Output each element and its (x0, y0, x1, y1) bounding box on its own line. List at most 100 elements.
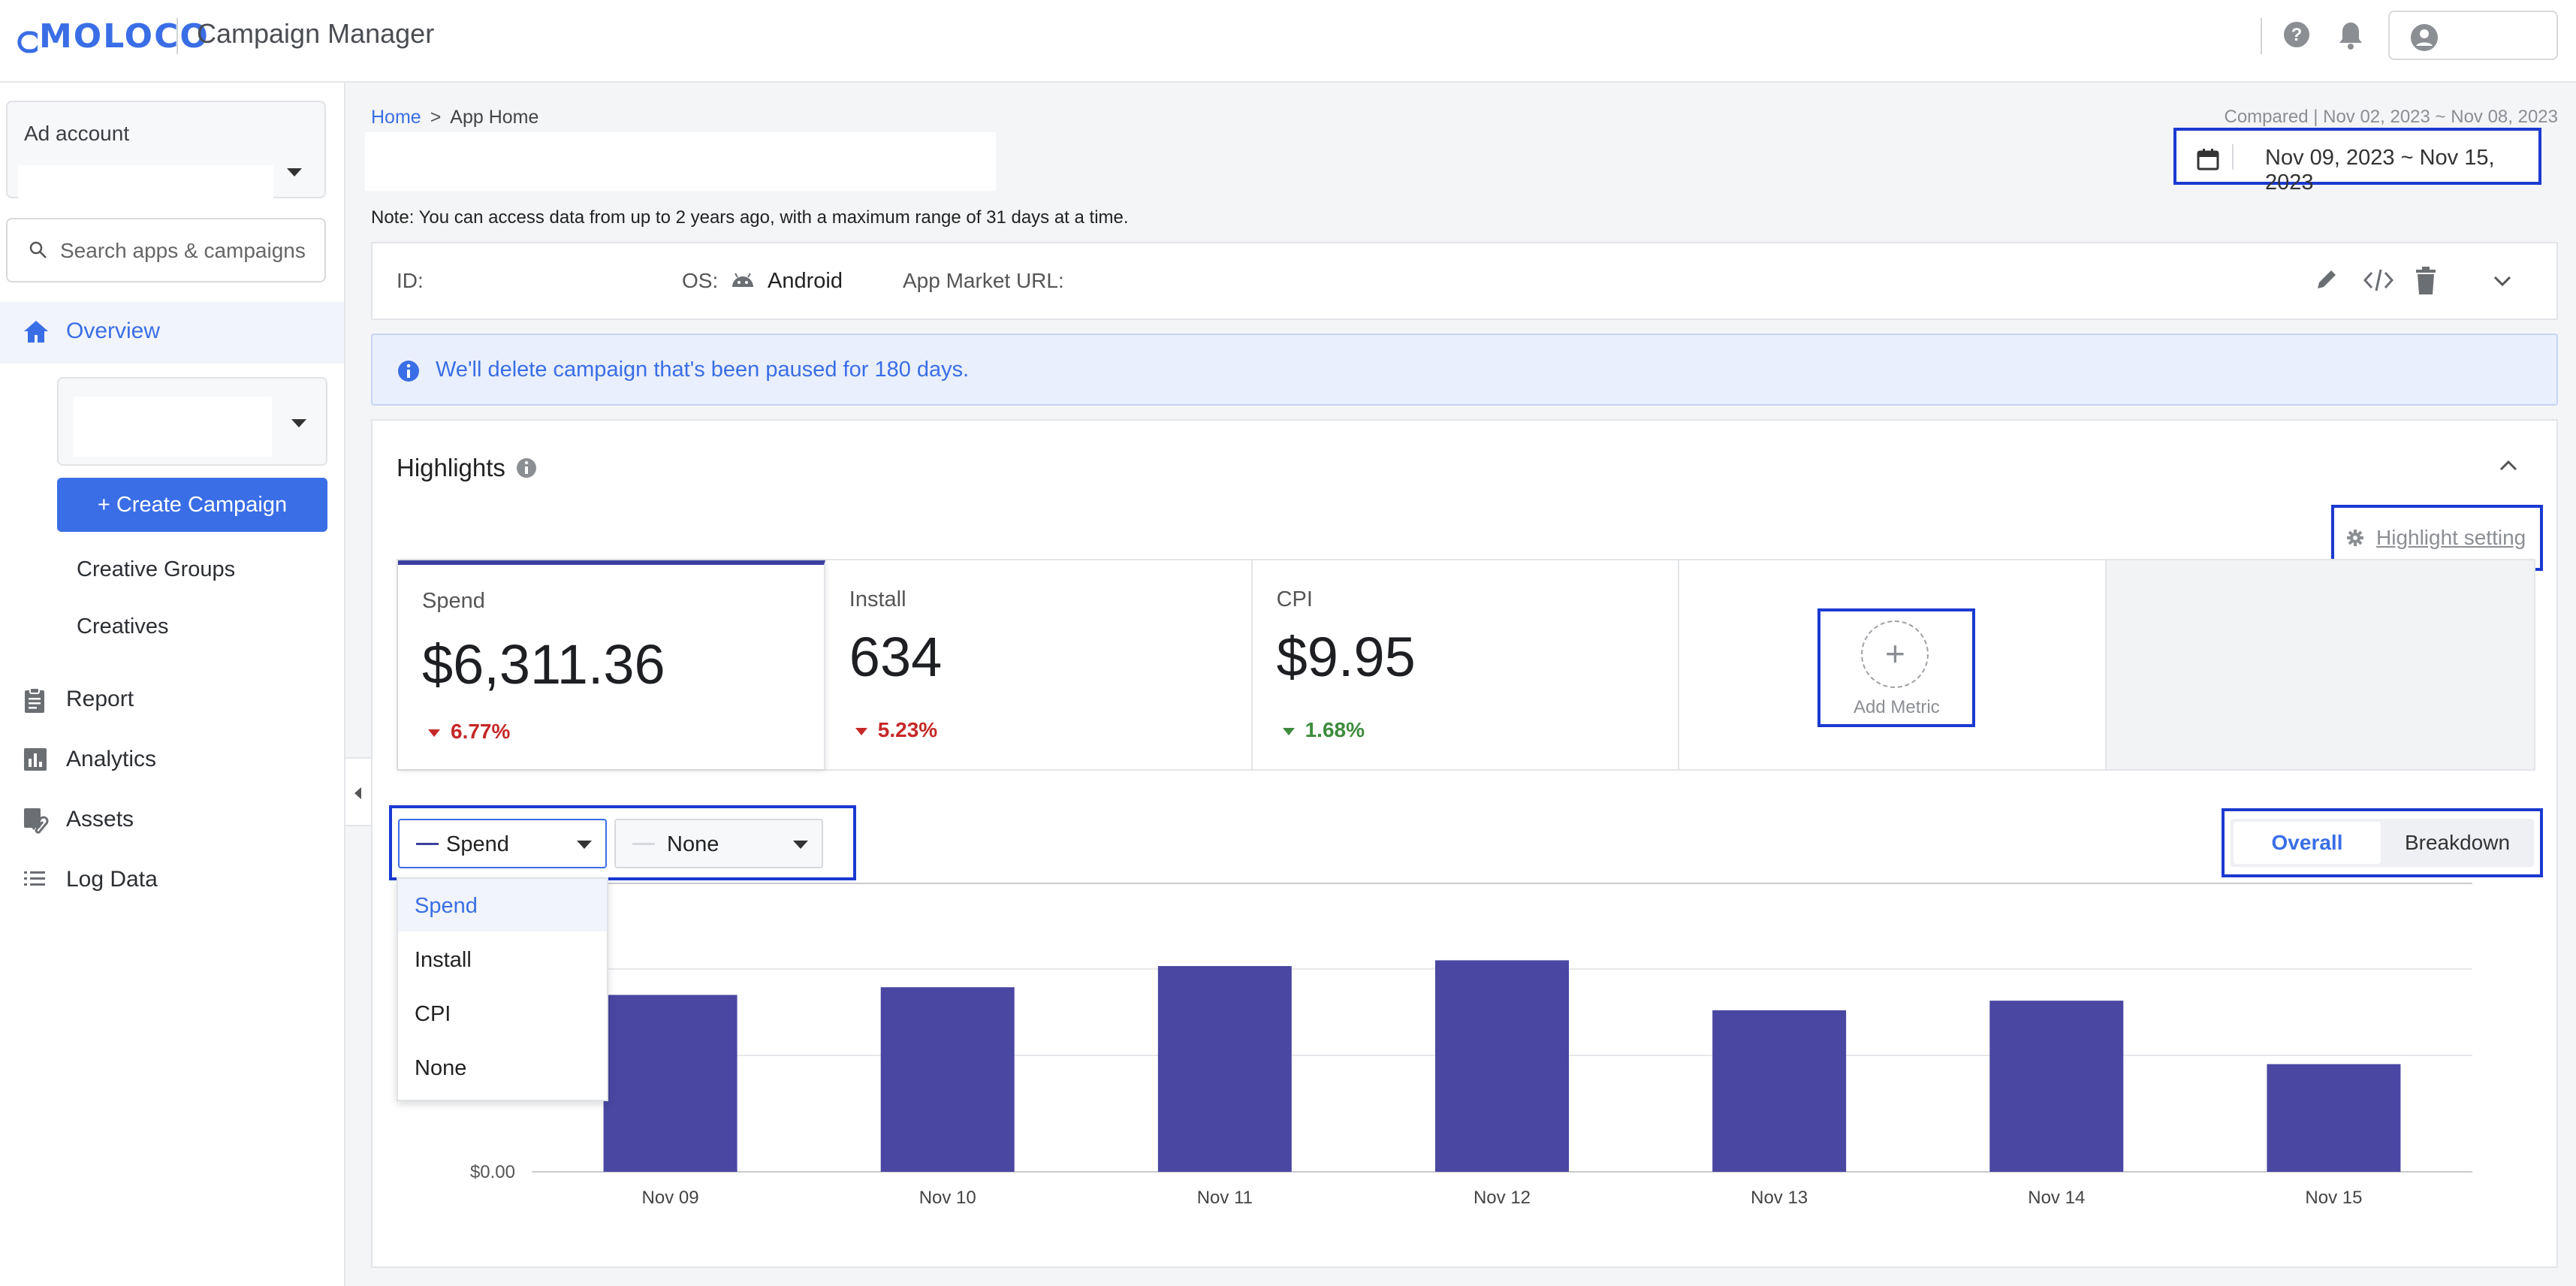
dropdown-option-none[interactable]: None (398, 1041, 607, 1094)
spend-bar-chart: $0.00 Nov 09 Nov 10 Nov 11 Nov 12 Nov 13 Nov 1… (470, 883, 2472, 1208)
metric-dropdown-menu: Spend Install CPI None (397, 877, 608, 1101)
x-tick-label: Nov 14 (2028, 1188, 2085, 1208)
secondary-metric-select[interactable]: None (614, 819, 823, 868)
chart-bar (1989, 1001, 2124, 1172)
sidebar-item-label: Analytics (66, 747, 157, 771)
metric-label: Install (849, 587, 906, 611)
metric-card-cpi[interactable]: CPI $9.95 1.68% (1252, 560, 1680, 769)
sidebar-item-analytics[interactable]: Analytics (0, 733, 344, 786)
plus-icon: + (1861, 620, 1929, 688)
app-info-bar: ID: OS: Android App Market URL: (371, 242, 2558, 320)
metric-value: $9.95 (1276, 626, 1416, 688)
dropdown-option-install[interactable]: Install (398, 933, 607, 986)
app-select-value (74, 397, 272, 457)
help-icon[interactable]: ? (2280, 18, 2313, 51)
info-icon (398, 361, 419, 382)
sidebar-item-log-data[interactable]: Log Data (0, 853, 344, 906)
primary-metric-select[interactable]: Spend (398, 819, 607, 868)
search-icon (29, 241, 47, 258)
sidebar-item-label: Log Data (66, 867, 158, 892)
trend-down-icon (855, 727, 867, 735)
sidebar-item-overview[interactable]: Overview (0, 302, 344, 364)
divider (176, 18, 178, 54)
chart-bar (2267, 1064, 2401, 1172)
info-banner: We'll delete campaign that's been paused… (371, 334, 2558, 406)
chevron-down-icon (291, 419, 306, 427)
breadcrumb-home-link[interactable]: Home (371, 107, 421, 128)
chevron-up-icon[interactable] (2498, 458, 2519, 473)
cloud-logo-icon (17, 31, 38, 53)
sidebar-item-report[interactable]: Report (0, 673, 344, 726)
svg-text:?: ? (2291, 25, 2303, 45)
delete-trash-icon[interactable] (2412, 266, 2439, 296)
brand-name: MOLOCO (39, 17, 210, 56)
metric-card-spend[interactable]: Spend $6,311.36 6.77% (398, 560, 825, 769)
metric-value: 634 (849, 626, 943, 688)
highlight-setting-label: Highlight setting (2376, 526, 2526, 549)
search-box (6, 218, 326, 282)
app-market-url-label: App Market URL: (903, 269, 1064, 292)
list-icon (24, 871, 45, 886)
chart-bar (603, 995, 738, 1172)
chevron-down-icon (793, 841, 808, 849)
toggle-track: Overall Breakdown (2231, 819, 2534, 867)
notification-bell-icon[interactable] (2334, 18, 2367, 51)
dropdown-option-cpi[interactable]: CPI (398, 987, 607, 1040)
option-label: None (415, 1056, 467, 1080)
divider (2261, 18, 2262, 54)
divider (2232, 144, 2234, 170)
chart-bar (1712, 1010, 1847, 1172)
chart-bar (1157, 966, 1292, 1172)
sidebar-item-creatives[interactable]: Creatives (77, 614, 169, 639)
data-range-note: Note: You can access data from up to 2 y… (371, 207, 1129, 228)
metric-change: 1.68% (1282, 718, 1365, 742)
metric-change: 6.77% (428, 720, 510, 744)
code-icon[interactable] (2363, 266, 2394, 294)
gear-icon (2347, 530, 2363, 546)
metric-change-value: 6.77% (451, 720, 511, 743)
sidebar-item-creative-groups[interactable]: Creative Groups (77, 557, 235, 582)
series-swatch (416, 843, 439, 845)
search-input[interactable] (60, 233, 315, 269)
x-tick-label: Nov 11 (1197, 1188, 1253, 1208)
profile-button[interactable] (2388, 11, 2558, 60)
view-toggle: Overall Breakdown (2222, 808, 2543, 877)
chevron-down-icon[interactable] (2492, 273, 2513, 288)
app-selector[interactable] (57, 377, 327, 466)
sidebar-item-label: Report (66, 687, 134, 711)
chart-bar (1435, 960, 1569, 1172)
account-circle-icon (2411, 24, 2438, 51)
top-bar: MOLOCO Campaign Manager ? (0, 0, 2576, 83)
os-label: OS: (682, 269, 719, 292)
x-tick-label: Nov 09 (642, 1188, 699, 1208)
breadcrumb: Home > App Home (371, 107, 538, 128)
sidebar-item-label: Assets (66, 807, 134, 832)
metric-value: $6,311.36 (422, 633, 665, 696)
app-name-box (365, 132, 996, 191)
os-value: Android (768, 269, 843, 293)
edit-pencil-icon[interactable] (2313, 266, 2342, 294)
create-campaign-button[interactable]: + Create Campaign (57, 478, 327, 532)
dropdown-option-spend[interactable]: Spend (398, 879, 607, 931)
bar-chart-icon (24, 748, 47, 771)
option-label: Spend (415, 894, 478, 918)
sidebar-item-assets[interactable]: Assets (0, 793, 344, 846)
add-metric-button[interactable]: + Add Metric (1817, 608, 1976, 727)
ad-account-value (18, 165, 273, 201)
x-tick-label: Nov 15 (2305, 1188, 2362, 1208)
ad-account-selector[interactable]: Ad account (6, 101, 326, 201)
chart-bar (880, 987, 1015, 1172)
date-range-picker[interactable]: Nov 09, 2023 ~ Nov 15, 2023 (2173, 128, 2541, 195)
moloco-logo[interactable]: MOLOCO (8, 14, 210, 59)
overall-toggle-button[interactable]: Overall (2234, 822, 2381, 864)
compared-date-range: Compared | Nov 02, 2023 ~ Nov 08, 2023 (2224, 107, 2558, 127)
highlights-card: Highlights Highlight setting Spend $6,31… (371, 419, 2558, 1268)
breakdown-toggle-button[interactable]: Breakdown (2384, 822, 2531, 864)
secondary-metric-value: None (667, 832, 719, 856)
info-icon[interactable] (515, 457, 538, 479)
chevron-down-icon (287, 168, 302, 177)
breadcrumb-current: App Home (450, 107, 539, 128)
option-label: CPI (415, 1002, 451, 1026)
metric-card-install[interactable]: Install 634 5.23% (825, 560, 1253, 769)
trend-down-icon (428, 729, 440, 737)
